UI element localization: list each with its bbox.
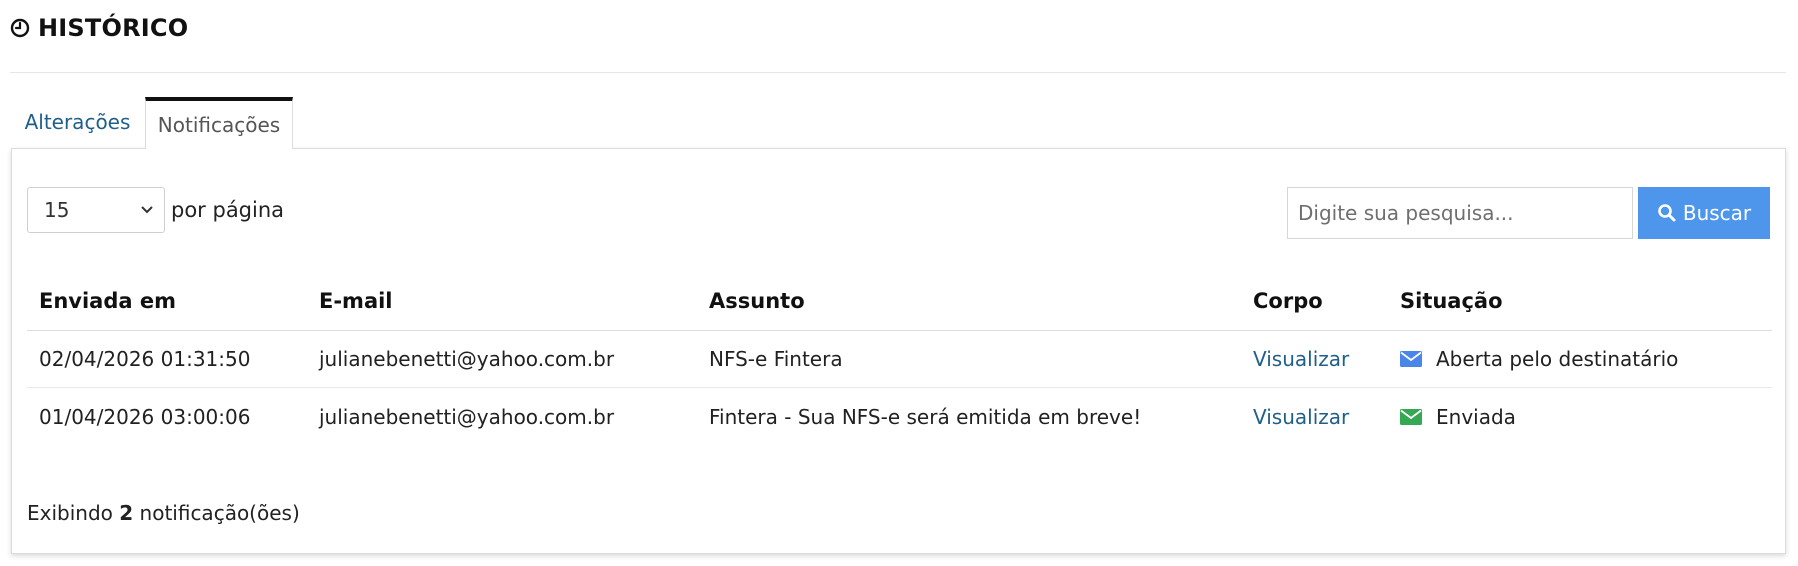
sent-at-cell: 01/04/2026 03:00:06 bbox=[39, 404, 251, 429]
column-header-subject: Assunto bbox=[709, 288, 805, 313]
search-icon bbox=[1658, 204, 1676, 222]
body-cell: Visualizar bbox=[1241, 405, 1388, 429]
per-page-label: por página bbox=[171, 198, 285, 222]
chevron-down-icon bbox=[141, 206, 153, 214]
column-header-status: Situação bbox=[1400, 288, 1503, 313]
table-header: Enviada em E-mail Assunto Corpo Situação bbox=[27, 271, 1772, 331]
search-bar: Digite sua pesquisa... Buscar bbox=[1287, 187, 1770, 239]
header-divider bbox=[10, 72, 1786, 73]
sent-at-cell: 02/04/2026 01:31:50 bbox=[39, 347, 251, 371]
view-body-link[interactable]: Visualizar bbox=[1253, 405, 1349, 429]
subject-cell: NFS-e Fintera bbox=[709, 347, 843, 371]
email-cell: julianebenetti@yahoo.com.br bbox=[319, 347, 615, 371]
results-summary: Exibindo 2 notificação(ões) bbox=[27, 501, 300, 525]
history-page: HISTÓRICO Alterações Notificações 15 por… bbox=[0, 0, 1798, 566]
search-button[interactable]: Buscar bbox=[1638, 187, 1770, 239]
per-page-select[interactable]: 15 bbox=[27, 187, 165, 233]
status-cell: Aberta pelo destinatário bbox=[1388, 347, 1772, 371]
table-row: 02/04/2026 01:31:50 julianebenetti@yahoo… bbox=[27, 331, 1772, 388]
search-placeholder: Digite sua pesquisa... bbox=[1298, 201, 1514, 225]
envelope-icon bbox=[1400, 351, 1422, 367]
envelope-icon bbox=[1400, 408, 1422, 425]
notifications-panel: 15 por página Digite sua pesquisa... Bus… bbox=[11, 148, 1786, 554]
clock-icon bbox=[10, 18, 30, 38]
column-header-email: E-mail bbox=[319, 288, 393, 313]
summary-count: 2 bbox=[119, 501, 134, 525]
column-header-sent-at: Enviada em bbox=[39, 288, 176, 313]
tab-notificacoes[interactable]: Notificações bbox=[145, 97, 293, 149]
tab-alteracoes[interactable]: Alterações bbox=[10, 97, 145, 147]
table-row: 01/04/2026 03:00:06 julianebenetti@yahoo… bbox=[27, 388, 1772, 445]
body-cell: Visualizar bbox=[1241, 347, 1388, 371]
page-header: HISTÓRICO bbox=[10, 14, 188, 42]
status-cell: Enviada bbox=[1388, 405, 1772, 429]
summary-prefix: Exibindo bbox=[27, 501, 113, 525]
view-body-link[interactable]: Visualizar bbox=[1253, 347, 1349, 371]
notifications-table: Enviada em E-mail Assunto Corpo Situação… bbox=[27, 271, 1772, 445]
search-input[interactable]: Digite sua pesquisa... bbox=[1287, 187, 1633, 239]
page-title: HISTÓRICO bbox=[38, 14, 189, 42]
column-header-body: Corpo bbox=[1253, 288, 1323, 313]
per-page-control: 15 por página bbox=[27, 187, 284, 233]
subject-cell: Fintera - Sua NFS-e será emitida em brev… bbox=[709, 404, 1142, 429]
status-text: Aberta pelo destinatário bbox=[1436, 347, 1679, 371]
summary-suffix: notificação(ões) bbox=[139, 501, 300, 525]
per-page-value: 15 bbox=[44, 198, 70, 222]
email-cell: julianebenetti@yahoo.com.br bbox=[319, 404, 615, 429]
search-button-label: Buscar bbox=[1682, 201, 1752, 225]
tab-bar: Alterações Notificações bbox=[10, 97, 293, 149]
status-text: Enviada bbox=[1436, 404, 1516, 429]
